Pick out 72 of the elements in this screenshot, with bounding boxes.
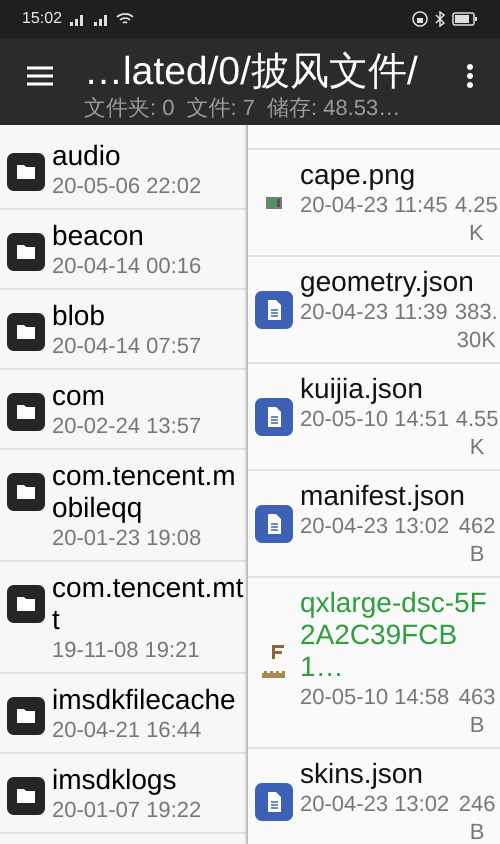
file-row[interactable]: cape.png 20-04-23 11:45 4.25K: [248, 150, 500, 257]
file-size: 383.30K: [454, 298, 499, 354]
folder-row[interactable]: blob 20-04-14 07:57: [0, 290, 246, 370]
modified-date: 20-04-23 13:02: [300, 790, 450, 818]
folder-stat: 文件夹: 0: [84, 96, 174, 120]
file-row[interactable]: kuijia.json 20-05-10 14:51 4.55K: [248, 364, 500, 471]
folder-row[interactable]: com.tencent.mobileqq 20-01-23 19:08: [0, 450, 246, 562]
file-row[interactable]: skins.json 20-04-23 13:02 246B: [248, 749, 500, 844]
file-name: kuijia.json: [300, 373, 424, 405]
modified-date: 20-01-07 19:22: [52, 796, 202, 824]
modified-date: 20-05-06 22:02: [52, 172, 202, 200]
more-icon: [466, 63, 474, 89]
folder-icon: [6, 696, 46, 736]
modified-date: 20-05-10 14:58: [300, 683, 450, 711]
file-name: skins.json: [300, 758, 424, 790]
file-row[interactable]: geometry.json 20-04-23 11:39 383.30K: [248, 257, 500, 364]
file-row[interactable]: qxlarge-dsc-5F2A2C39FCB1… 20-05-10 14:58 463B: [248, 578, 500, 749]
modified-date: 20-04-23 13:02: [300, 512, 450, 540]
file-size: 246B: [458, 790, 496, 844]
folder-row[interactable]: com 20-02-24 13:57: [0, 370, 246, 450]
folder-name: audio: [52, 140, 122, 172]
modified-date: 20-04-23 11:45: [300, 191, 448, 219]
folder-name: com.tencent.mtt: [52, 572, 244, 636]
folder-icon: [6, 776, 46, 816]
folder-icon: [6, 312, 46, 352]
folder-name: beacon: [52, 220, 145, 252]
folder-row[interactable]: com.tencent.mtt 19-11-08 19:21: [0, 562, 246, 674]
rotation-lock-icon: [412, 11, 428, 27]
folder-row[interactable]: audio 20-05-06 22:02: [0, 130, 246, 210]
folder-icon: [6, 472, 46, 512]
wifi-icon: [116, 12, 134, 26]
modified-date: 20-04-23 11:39: [300, 298, 448, 326]
battery-icon: [452, 12, 478, 26]
bluetooth-icon: [434, 11, 446, 27]
folder-icon: [6, 232, 46, 272]
folder-stat: 储存: 48.53…: [266, 96, 400, 120]
image-thumbnail-icon: [266, 197, 282, 209]
status-time: 15:02: [22, 10, 62, 28]
folder-icon: [6, 152, 46, 192]
folder-name: blob: [52, 300, 106, 332]
modified-date: 20-01-23 19:08: [52, 524, 202, 552]
folder-name: com: [52, 380, 106, 412]
folder-row[interactable]: imsdklogs 20-01-07 19:22: [0, 754, 246, 834]
modified-date: 20-02-24 13:57: [52, 412, 202, 440]
file-name: geometry.json: [300, 266, 475, 298]
file-size: 4.55K: [454, 405, 500, 461]
folder-name: com.tencent.mobileqq: [52, 460, 237, 524]
document-icon: [254, 504, 294, 544]
path-title: …lated/0/披风文件/: [84, 50, 418, 94]
file-name: cape.png: [300, 159, 416, 191]
folder-row[interactable]: imsdkfilecache 20-04-21 16:44: [0, 674, 246, 754]
file-size: 462B: [458, 512, 496, 568]
document-icon: [254, 397, 294, 437]
modified-date: 19-11-08 19:21: [52, 636, 201, 664]
folder-icon: [6, 584, 46, 624]
modified-date: 20-04-21 16:44: [52, 716, 202, 744]
document-icon: [254, 290, 294, 330]
file-name: manifest.json: [300, 480, 466, 512]
file-size: 4.25K: [454, 191, 499, 247]
file-size: 463B: [458, 683, 496, 739]
modified-date: 20-05-10 14:51: [300, 405, 450, 433]
modified-date: 20-04-14 00:16: [52, 252, 202, 280]
folder-icon: [6, 392, 46, 432]
folder-row[interactable]: beacon 20-04-14 00:16: [0, 210, 246, 290]
file-name: qxlarge-dsc-5F2A2C39FCB1…: [300, 587, 488, 683]
document-icon: [254, 782, 294, 822]
modified-date: 20-04-14 07:57: [52, 332, 202, 360]
file-row[interactable]: manifest.json 20-04-23 13:02 462B: [248, 471, 500, 578]
folder-name: imsdkfilecache: [52, 684, 237, 716]
folder-stat: 文件: 7: [186, 96, 255, 120]
menu-icon: [26, 65, 54, 87]
folder-name: imsdklogs: [52, 764, 178, 796]
